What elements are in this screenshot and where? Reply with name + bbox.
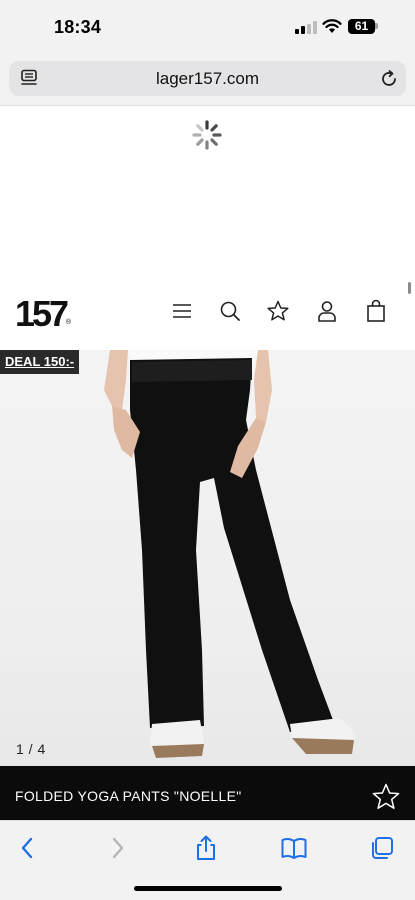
menu-icon[interactable] [170,299,194,323]
favorites-star-icon[interactable] [266,299,290,323]
bookmarks-icon[interactable] [281,835,307,861]
shopping-bag-icon[interactable] [364,299,388,323]
search-icon[interactable] [218,299,242,323]
registered-mark: ® [66,319,72,326]
add-to-favorites-star-icon[interactable] [371,782,401,812]
product-photo [104,350,356,758]
battery-level: 61 [354,19,369,33]
battery-icon: 61 [348,19,378,34]
home-indicator[interactable] [134,886,282,891]
reload-icon[interactable] [379,69,399,89]
tabs-icon[interactable] [369,835,395,861]
account-icon[interactable] [315,299,339,323]
signal-icon [295,21,317,34]
status-bar: 18:34 61 [0,0,415,56]
site-header: 157 ® [0,280,415,350]
scroll-indicator [408,282,411,294]
browser-address-area: lager157.com [0,56,415,106]
status-time: 18:34 [54,17,102,37]
wifi-icon [322,19,342,33]
deal-badge[interactable]: DEAL 150:- [0,350,80,374]
loading-spinner-icon [192,120,222,150]
site-logo[interactable]: 157 [15,293,69,335]
share-icon[interactable] [193,835,219,861]
product-image[interactable] [0,350,415,766]
product-title-bar: FOLDED YOGA PANTS "NOELLE" [0,766,415,820]
product-title: FOLDED YOGA PANTS "NOELLE" [15,788,242,804]
address-bar[interactable]: lager157.com [9,61,406,96]
forward-icon[interactable] [104,835,130,861]
back-icon[interactable] [15,835,41,861]
image-counter: 1 / 4 [16,741,46,757]
url-text[interactable]: lager157.com [9,61,406,96]
